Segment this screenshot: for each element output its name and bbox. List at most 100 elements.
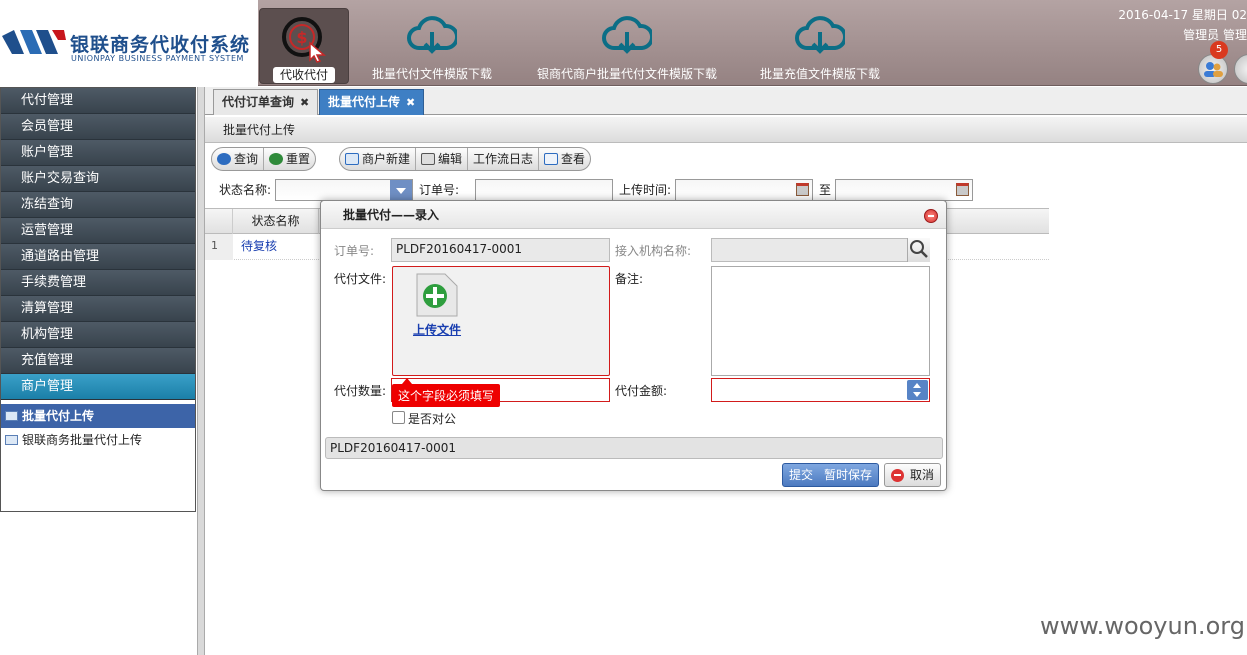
status-combo[interactable]: [275, 179, 413, 201]
search-icon: [910, 240, 928, 258]
upload-time-start[interactable]: [675, 179, 813, 201]
sidebar-item-member[interactable]: 会员管理: [1, 114, 195, 140]
edit-button[interactable]: 编辑: [416, 148, 469, 170]
org-name-field[interactable]: [711, 238, 930, 262]
close-icon[interactable]: ✖: [406, 96, 415, 109]
save-draft-button[interactable]: 暂时保存: [818, 463, 880, 487]
sidebar-item-freeze[interactable]: 冻结查询: [1, 192, 195, 218]
sidebar-splitter[interactable]: [197, 87, 205, 655]
sidebar-item-account-trade[interactable]: 账户交易查询: [1, 166, 195, 192]
remark-label: 备注:: [615, 272, 644, 286]
nav-label: 代收代付: [272, 67, 335, 83]
search-button[interactable]: [907, 238, 930, 262]
svg-text:$: $: [296, 28, 307, 47]
upload-time-end[interactable]: [835, 179, 973, 201]
logo: 银联商务代收付系统 UNIONPAY BUSINESS PAYMENT SYST…: [0, 0, 258, 86]
order-no-label: 订单号:: [334, 244, 375, 258]
order-no-input[interactable]: [475, 179, 613, 201]
count-label: 代付数量:: [334, 384, 387, 398]
column-header-status[interactable]: 状态名称: [233, 209, 319, 234]
header-user[interactable]: 管理员 管理: [1183, 26, 1247, 43]
app-header: 银联商务代收付系统 UNIONPAY BUSINESS PAYMENT SYST…: [0, 0, 1247, 86]
cloud-download-icon: [795, 16, 845, 54]
query-button[interactable]: 查询: [212, 148, 265, 170]
notification-badge: 5: [1210, 41, 1228, 59]
users-icon[interactable]: [1198, 54, 1228, 84]
tab-label: 批量代付上传: [328, 95, 401, 109]
logo-title: 银联商务代收付系统: [70, 34, 251, 56]
nav-label: 批量代付文件模版下载: [371, 67, 492, 81]
reset-button[interactable]: 重置: [264, 148, 315, 170]
dialog-title: 批量代付——录入: [321, 201, 946, 229]
calendar-icon[interactable]: [956, 183, 969, 196]
sidebar-item-operation[interactable]: 运营管理: [1, 218, 195, 244]
cancel-icon: [891, 468, 904, 482]
sidebar-item-fee[interactable]: 手续费管理: [1, 270, 195, 296]
workflow-log-button[interactable]: 工作流日志: [468, 148, 540, 170]
upload-file-link[interactable]: 上传文件: [413, 321, 461, 338]
row-status[interactable]: 待复核: [241, 234, 277, 258]
nav-daishou-daifu[interactable]: $ 代收代付: [259, 8, 349, 84]
nav-merchant-batch-template-download[interactable]: 银商代商户批量代付文件模版下载: [530, 8, 724, 84]
upload-time-label: 上传时间:: [619, 183, 672, 197]
grid-icon: [5, 411, 18, 421]
sidebar-item-daifu[interactable]: 代付管理: [1, 88, 195, 114]
refresh-icon: [217, 153, 231, 165]
toolbar-query-group: 查询 重置: [211, 147, 317, 171]
dollar-cursor-icon: $: [282, 17, 327, 63]
order-summary-field: PLDF20160417-0001: [325, 437, 943, 459]
view-button[interactable]: 查看: [539, 148, 590, 170]
sidebar-subitem-batch-upload[interactable]: 批量代付上传: [1, 404, 195, 428]
order-filter-label: 订单号:: [419, 183, 460, 197]
submit-button[interactable]: 提交: [782, 463, 821, 487]
calendar-icon[interactable]: [796, 183, 809, 196]
unionpay-logo-icon: [2, 30, 66, 54]
cloud-download-icon: [602, 16, 652, 54]
sidebar-item-org[interactable]: 机构管理: [1, 322, 195, 348]
nav-label: 批量充值文件模版下载: [759, 67, 880, 81]
view-icon: [544, 153, 559, 165]
sidebar-submenu: 批量代付上传 银联商务批量代付上传: [1, 404, 195, 452]
recycle-icon: [269, 153, 284, 165]
watermark: www.wooyun.org: [1040, 612, 1245, 640]
cloud-download-icon: [407, 16, 457, 54]
header-datetime: 2016-04-17 星期日 02: [1118, 8, 1247, 22]
validation-tooltip: 这个字段必须填写: [392, 378, 501, 407]
nav-recharge-template-download[interactable]: 批量充值文件模版下载: [752, 8, 888, 84]
toolbar-action-group: 商户新建 编辑 工作流日志 查看: [339, 147, 592, 171]
tab-batch-upload[interactable]: 批量代付上传 ✖: [319, 89, 425, 115]
nav-label: 银商代商户批量代付文件模版下载: [536, 67, 717, 81]
sidebar-subitem-label: 批量代付上传: [22, 409, 95, 423]
chevron-down-icon[interactable]: [390, 180, 412, 200]
sidebar-item-channel-route[interactable]: 通道路由管理: [1, 244, 195, 270]
nav-batch-template-download[interactable]: 批量代付文件模版下载: [362, 8, 502, 84]
amount-label: 代付金额:: [615, 384, 668, 398]
public-checkbox[interactable]: [392, 411, 405, 424]
add-file-icon: [416, 273, 458, 317]
sidebar-item-recharge[interactable]: 充值管理: [1, 348, 195, 374]
number-spinner[interactable]: [907, 380, 928, 400]
cancel-button[interactable]: 取消: [884, 463, 942, 487]
tab-order-query[interactable]: 代付订单查询 ✖: [213, 89, 319, 115]
file-upload-area[interactable]: 上传文件: [392, 266, 610, 376]
sidebar-item-clearing[interactable]: 清算管理: [1, 296, 195, 322]
settings-icon[interactable]: [1234, 54, 1247, 84]
batch-daifu-dialog: 批量代付——录入 订单号: PLDF20160417-0001 接入机构名称: …: [320, 200, 947, 491]
new-merchant-button[interactable]: 商户新建: [340, 148, 417, 170]
status-filter-label: 状态名称:: [219, 183, 272, 197]
sidebar-item-merchant[interactable]: 商户管理: [1, 374, 195, 400]
close-icon[interactable]: [924, 209, 938, 223]
order-no-field: PLDF20160417-0001: [391, 238, 610, 262]
file-label: 代付文件:: [334, 272, 387, 286]
tab-bar: 代付订单查询 ✖ 批量代付上传 ✖: [205, 87, 1247, 115]
close-icon[interactable]: ✖: [300, 96, 309, 109]
row-number: 1: [205, 234, 233, 260]
panel-title: 批量代付上传: [205, 117, 1247, 143]
sidebar-item-account[interactable]: 账户管理: [1, 140, 195, 166]
amount-input[interactable]: [711, 378, 930, 402]
edit-icon: [421, 153, 436, 165]
sidebar: 代付管理 会员管理 账户管理 账户交易查询 冻结查询 运营管理 通道路由管理 手…: [0, 87, 196, 512]
tab-label: 代付订单查询: [222, 95, 295, 109]
remark-textarea[interactable]: [711, 266, 930, 376]
sidebar-subitem-unionpay-batch-upload[interactable]: 银联商务批量代付上传: [1, 428, 195, 452]
